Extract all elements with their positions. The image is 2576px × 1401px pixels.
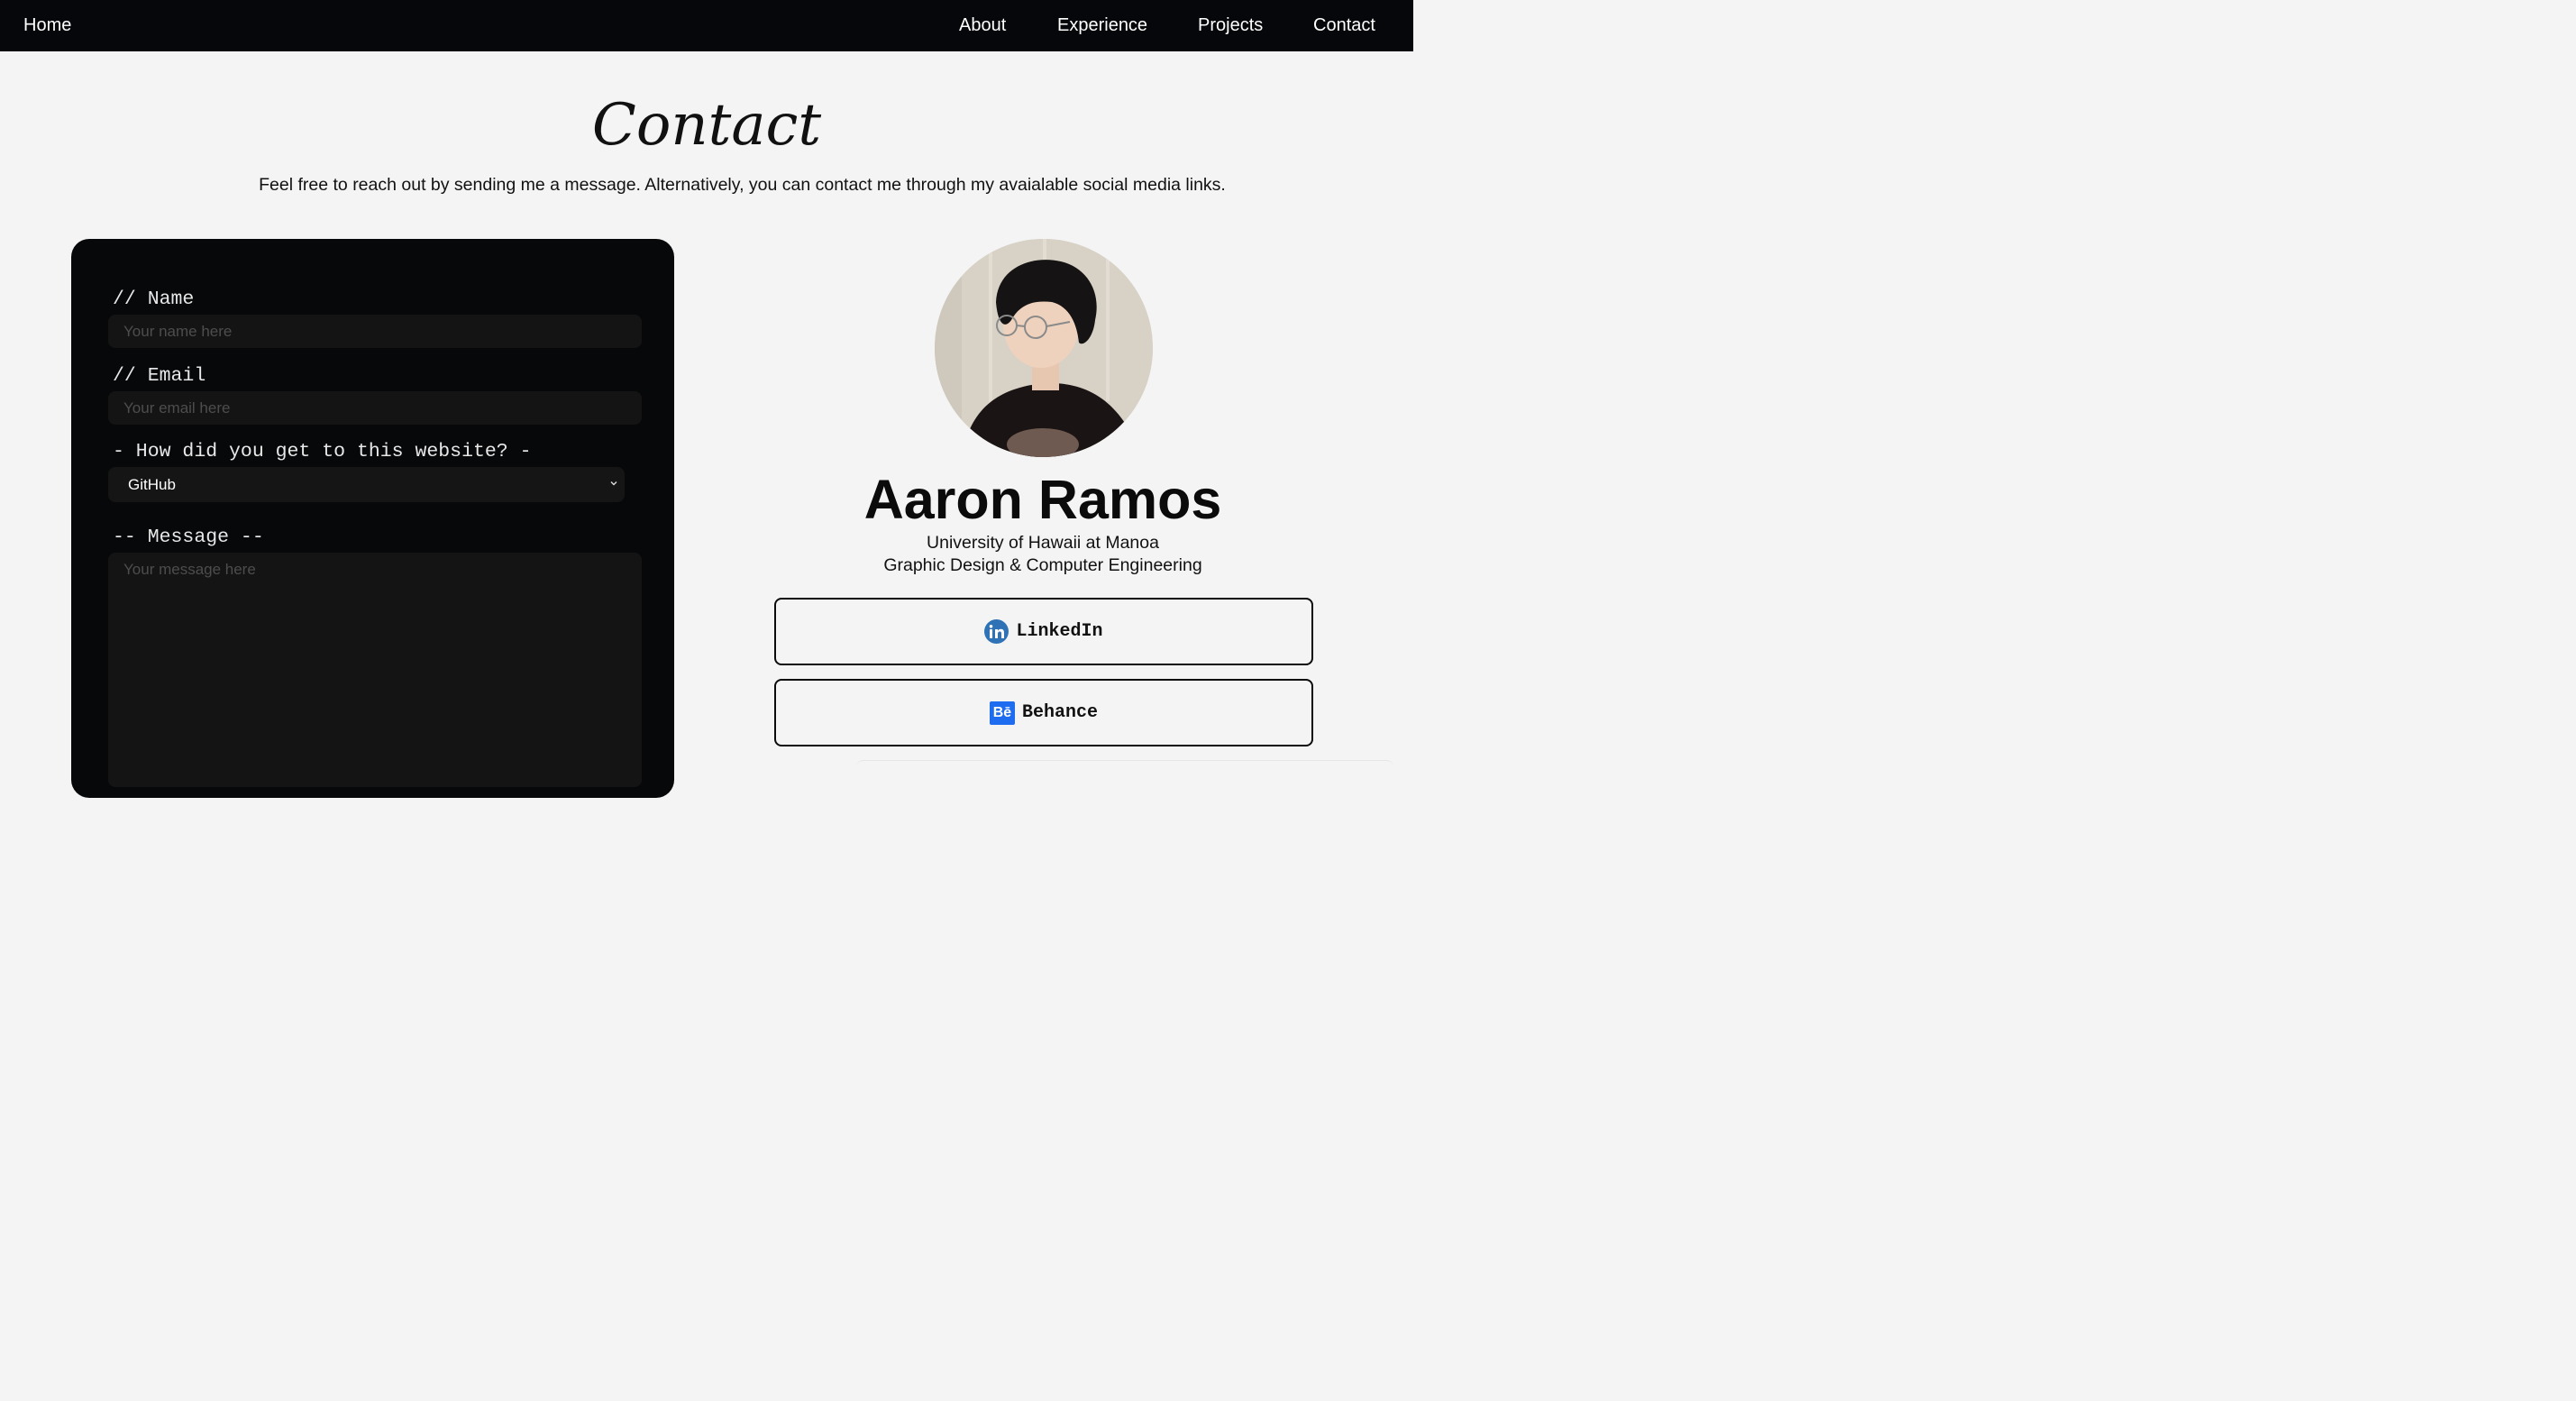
source-select-value: GitHub (128, 476, 176, 493)
source-label: - How did you get to this website? - (113, 441, 532, 462)
profile-avatar (935, 239, 1153, 457)
nav-about-link[interactable]: About (959, 14, 1006, 37)
email-input[interactable] (108, 391, 642, 425)
behance-button[interactable]: Bē Behance (774, 679, 1313, 746)
nav-experience-link[interactable]: Experience (1057, 14, 1147, 37)
profile-school: University of Hawaii at Manoa (927, 533, 1159, 553)
linkedin-button[interactable]: LinkedIn (774, 598, 1313, 665)
contact-form: // Name // Email - How did you get to th… (71, 239, 674, 798)
next-social-button-edge (856, 760, 1393, 779)
top-navbar: Home About Experience Projects Contact (0, 0, 1413, 51)
page-subtitle: Feel free to reach out by sending me a m… (259, 175, 1226, 195)
linkedin-button-content: LinkedIn (776, 600, 1311, 664)
message-label: -- Message -- (113, 527, 264, 548)
profile-photo (935, 239, 1153, 457)
chevron-down-icon (610, 481, 617, 486)
linkedin-icon (984, 619, 1009, 644)
linkedin-label: LinkedIn (1016, 621, 1103, 642)
name-label: // Name (113, 288, 195, 310)
behance-icon-glyph: Bē (992, 704, 1012, 720)
nav-home-link[interactable]: Home (23, 14, 71, 37)
behance-icon: Bē (989, 700, 1015, 725)
name-input[interactable] (108, 315, 642, 348)
nav-projects-link[interactable]: Projects (1198, 14, 1263, 37)
email-label: // Email (113, 365, 206, 387)
source-select[interactable]: GitHub (108, 467, 625, 502)
profile-major: Graphic Design & Computer Engineering (883, 555, 1202, 575)
page-title: Contact (591, 92, 822, 159)
behance-button-content: Bē Behance (776, 681, 1311, 745)
nav-contact-link[interactable]: Contact (1313, 14, 1375, 37)
profile-name: Aaron Ramos (863, 469, 1222, 530)
linkedin-glyph (989, 624, 1004, 638)
message-textarea[interactable] (108, 553, 642, 787)
behance-label: Behance (1021, 702, 1098, 723)
